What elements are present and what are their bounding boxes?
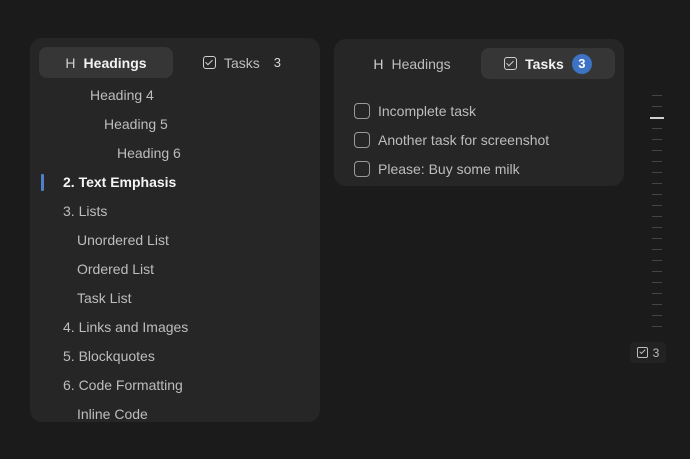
task-item[interactable]: Another task for screenshot xyxy=(354,125,549,154)
outline-item-heading-6[interactable]: Heading 6 xyxy=(30,139,320,168)
task-label: Please: Buy some milk xyxy=(378,160,520,177)
outline-item-heading-5[interactable]: Heading 5 xyxy=(30,110,320,139)
checkbox-icon xyxy=(202,56,216,69)
outline-item-unordered-list[interactable]: Unordered List xyxy=(30,226,320,255)
minimap-tick xyxy=(652,282,662,283)
task-list: Incomplete task Another task for screens… xyxy=(354,96,549,183)
headings-panel: H Headings Tasks 3 Heading 4 Heading 5 H… xyxy=(30,38,320,422)
minimap-tick xyxy=(652,315,662,316)
outline-item-heading-4[interactable]: Heading 4 xyxy=(30,81,320,110)
outline-item-task-list[interactable]: Task List xyxy=(30,284,320,313)
outline-minimap[interactable] xyxy=(650,95,666,335)
outline-item-code-formatting[interactable]: 6. Code Formatting xyxy=(30,371,320,400)
left-tab-bar: H Headings Tasks 3 xyxy=(39,47,311,78)
task-checkbox[interactable] xyxy=(354,160,370,177)
tab-headings[interactable]: H Headings xyxy=(343,48,481,79)
task-label: Incomplete task xyxy=(378,102,477,119)
tab-headings[interactable]: H Headings xyxy=(39,47,173,78)
minimap-tick xyxy=(652,128,662,129)
minimap-tick xyxy=(650,117,664,119)
minimap-tick xyxy=(652,139,662,140)
tab-headings-label: Headings xyxy=(83,54,147,71)
minimap-tick xyxy=(652,249,662,250)
minimap-tick xyxy=(652,238,662,239)
minimap-tick xyxy=(652,260,662,261)
tab-tasks[interactable]: Tasks 3 xyxy=(481,48,615,79)
outline-item-ordered-list[interactable]: Ordered List xyxy=(30,255,320,284)
checkbox-icon xyxy=(504,57,518,70)
tab-tasks-label: Tasks xyxy=(223,54,260,71)
minimap-tick xyxy=(652,227,662,228)
minimap-tick xyxy=(652,205,662,206)
minimap-tick xyxy=(652,216,662,217)
heading-icon: H xyxy=(65,54,76,71)
minimap-tick xyxy=(652,150,662,151)
minimap-tick xyxy=(652,106,662,107)
mini-tasks-count: 3 xyxy=(652,345,660,360)
outline-item-lists[interactable]: 3. Lists xyxy=(30,197,320,226)
minimap-tick xyxy=(652,161,662,162)
tab-tasks[interactable]: Tasks 3 xyxy=(173,47,311,78)
outline-item-inline-code[interactable]: Inline Code xyxy=(30,400,320,422)
task-checkbox[interactable] xyxy=(354,131,370,148)
task-checkbox[interactable] xyxy=(354,102,370,119)
minimap-tick xyxy=(652,183,662,184)
minimap-tick xyxy=(652,293,662,294)
minimap-tick xyxy=(652,95,662,96)
right-tab-bar: H Headings Tasks 3 xyxy=(343,48,615,79)
tab-headings-label: Headings xyxy=(391,55,451,72)
checkbox-icon xyxy=(636,347,648,358)
minimap-tick xyxy=(652,271,662,272)
heading-icon: H xyxy=(373,55,384,72)
outline-item-text-emphasis[interactable]: 2. Text Emphasis xyxy=(30,168,320,197)
minimap-tick xyxy=(652,326,662,327)
heading-outline: Heading 4 Heading 5 Heading 6 2. Text Em… xyxy=(30,81,320,422)
tasks-count: 3 xyxy=(273,55,282,70)
minimap-tick xyxy=(652,304,662,305)
minimap-tick xyxy=(652,194,662,195)
mini-tasks-button[interactable]: 3 xyxy=(630,342,666,363)
task-item[interactable]: Please: Buy some milk xyxy=(354,154,549,183)
outline-item-links-images[interactable]: 4. Links and Images xyxy=(30,313,320,342)
minimap-tick xyxy=(652,172,662,173)
tasks-count-badge: 3 xyxy=(571,53,592,74)
tasks-panel: H Headings Tasks 3 Incomplete task Anoth… xyxy=(334,39,624,186)
tab-tasks-label: Tasks xyxy=(525,55,564,72)
task-label: Another task for screenshot xyxy=(378,131,550,148)
task-item[interactable]: Incomplete task xyxy=(354,96,549,125)
outline-item-blockquotes[interactable]: 5. Blockquotes xyxy=(30,342,320,371)
